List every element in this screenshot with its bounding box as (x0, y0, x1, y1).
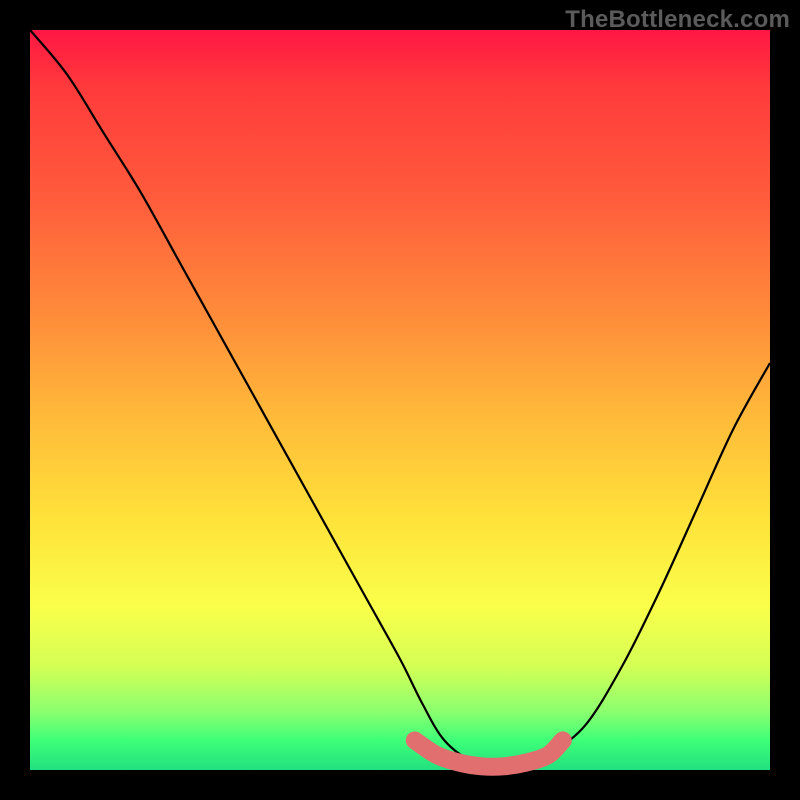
bottleneck-curve (30, 30, 770, 770)
curve-svg (30, 30, 770, 770)
chart-frame: TheBottleneck.com (0, 0, 800, 800)
ideal-zone-marker (415, 740, 563, 766)
gradient-plot-area (30, 30, 770, 770)
